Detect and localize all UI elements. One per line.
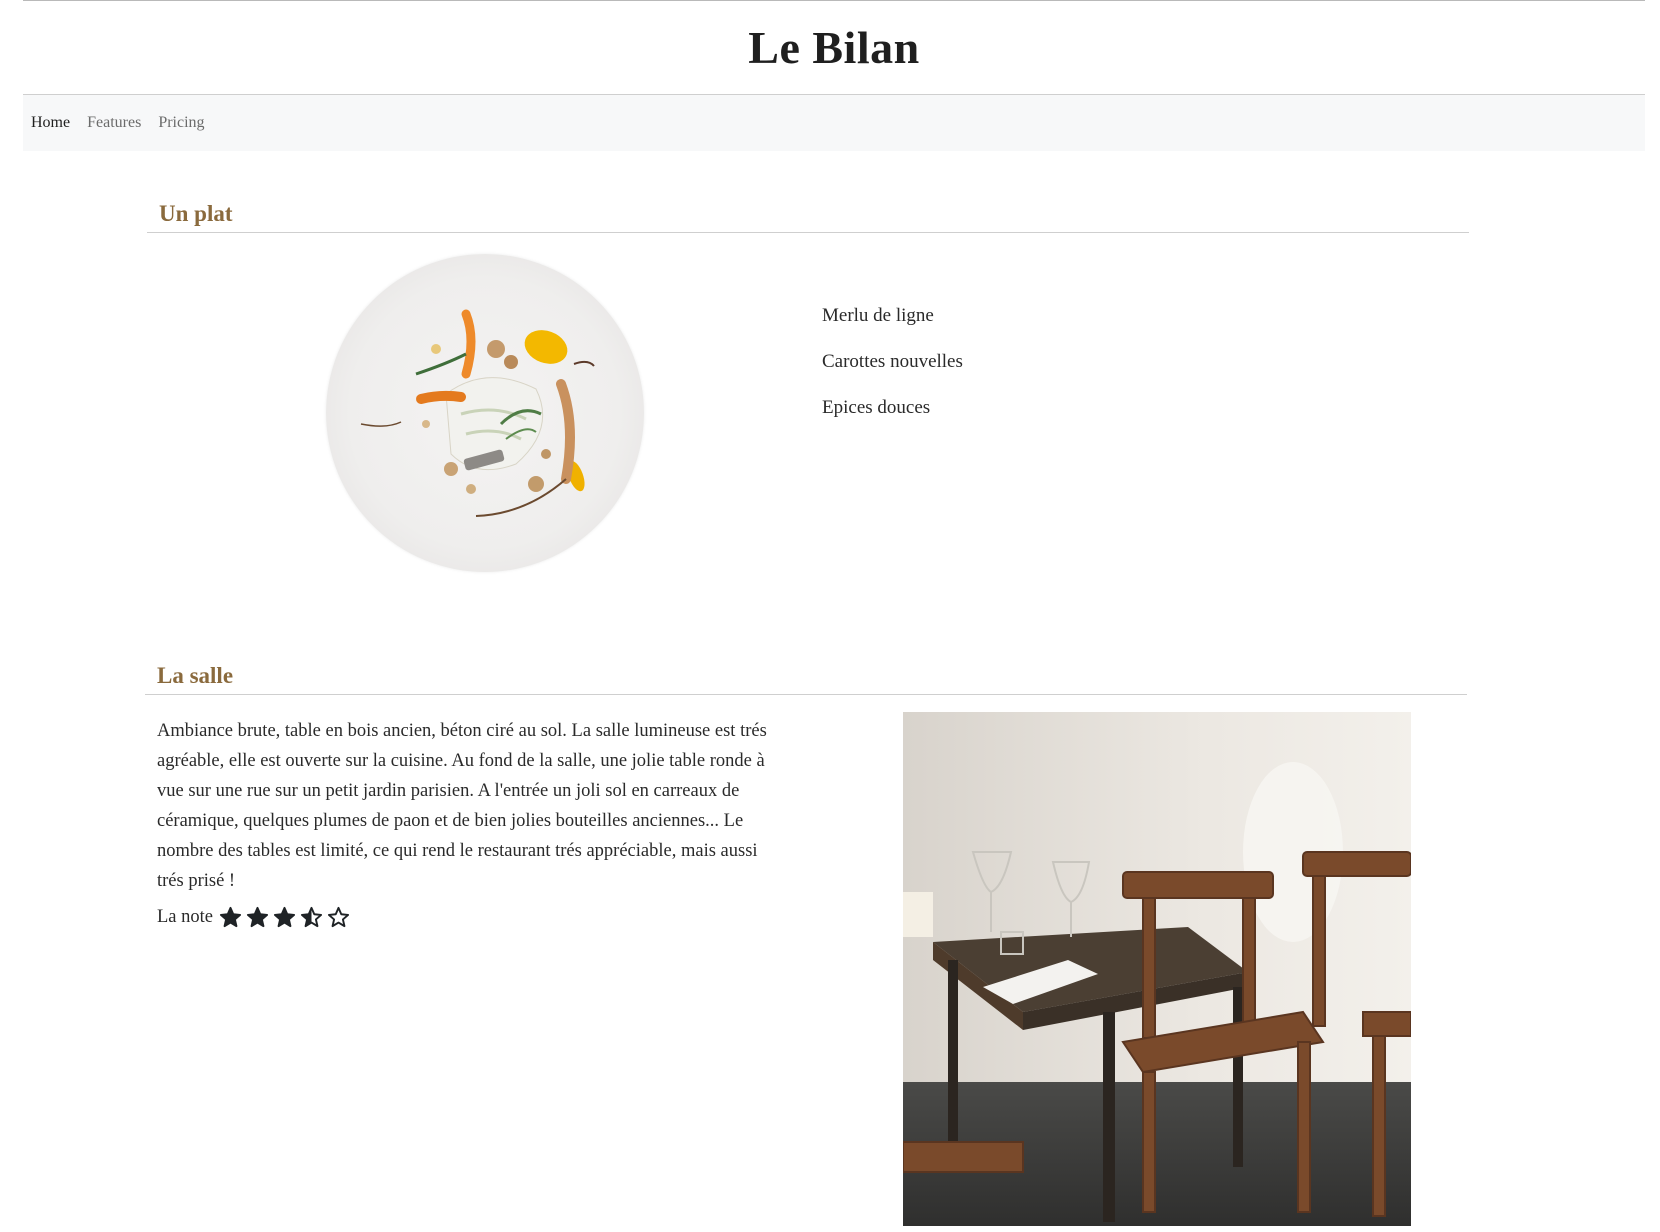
room-description: Ambiance brute, table en bois ancien, bé…	[157, 721, 767, 891]
nav-features-link[interactable]: Features	[87, 114, 141, 132]
star-half-icon	[300, 906, 323, 929]
ingredient-item: Epices douces	[822, 397, 931, 418]
rating-label: La note	[157, 907, 213, 927]
rating-stars	[219, 906, 350, 929]
room-illustration	[903, 712, 1411, 1226]
dish-photo	[326, 254, 644, 572]
star-full-icon	[273, 906, 296, 929]
nav-pricing-link[interactable]: Pricing	[158, 114, 204, 132]
star-full-icon	[246, 906, 269, 929]
nav-home-link[interactable]: Home	[31, 114, 70, 132]
star-full-icon	[219, 906, 242, 929]
room-section: La salle Ambiance brute, table en bois a…	[145, 658, 1467, 1226]
dish-section: Un plat Merlu de ligne Carottes nouvelle…	[147, 196, 1469, 572]
site-title: Le Bilan	[748, 22, 920, 73]
dish-illustration	[360, 309, 595, 517]
room-section-title: La salle	[145, 658, 1467, 695]
dish-section-title: Un plat	[147, 196, 1469, 233]
ingredient-item: Merlu de ligne	[822, 305, 934, 326]
ingredient-item: Carottes nouvelles	[822, 351, 963, 372]
star-empty-icon	[327, 906, 350, 929]
ingredient-list: Merlu de ligne Carottes nouvelles Epices…	[822, 304, 963, 442]
room-rating: La note	[157, 906, 350, 929]
navbar: Home Features Pricing	[23, 95, 1645, 151]
room-photo	[903, 712, 1411, 1226]
site-header: Le Bilan	[23, 1, 1645, 95]
